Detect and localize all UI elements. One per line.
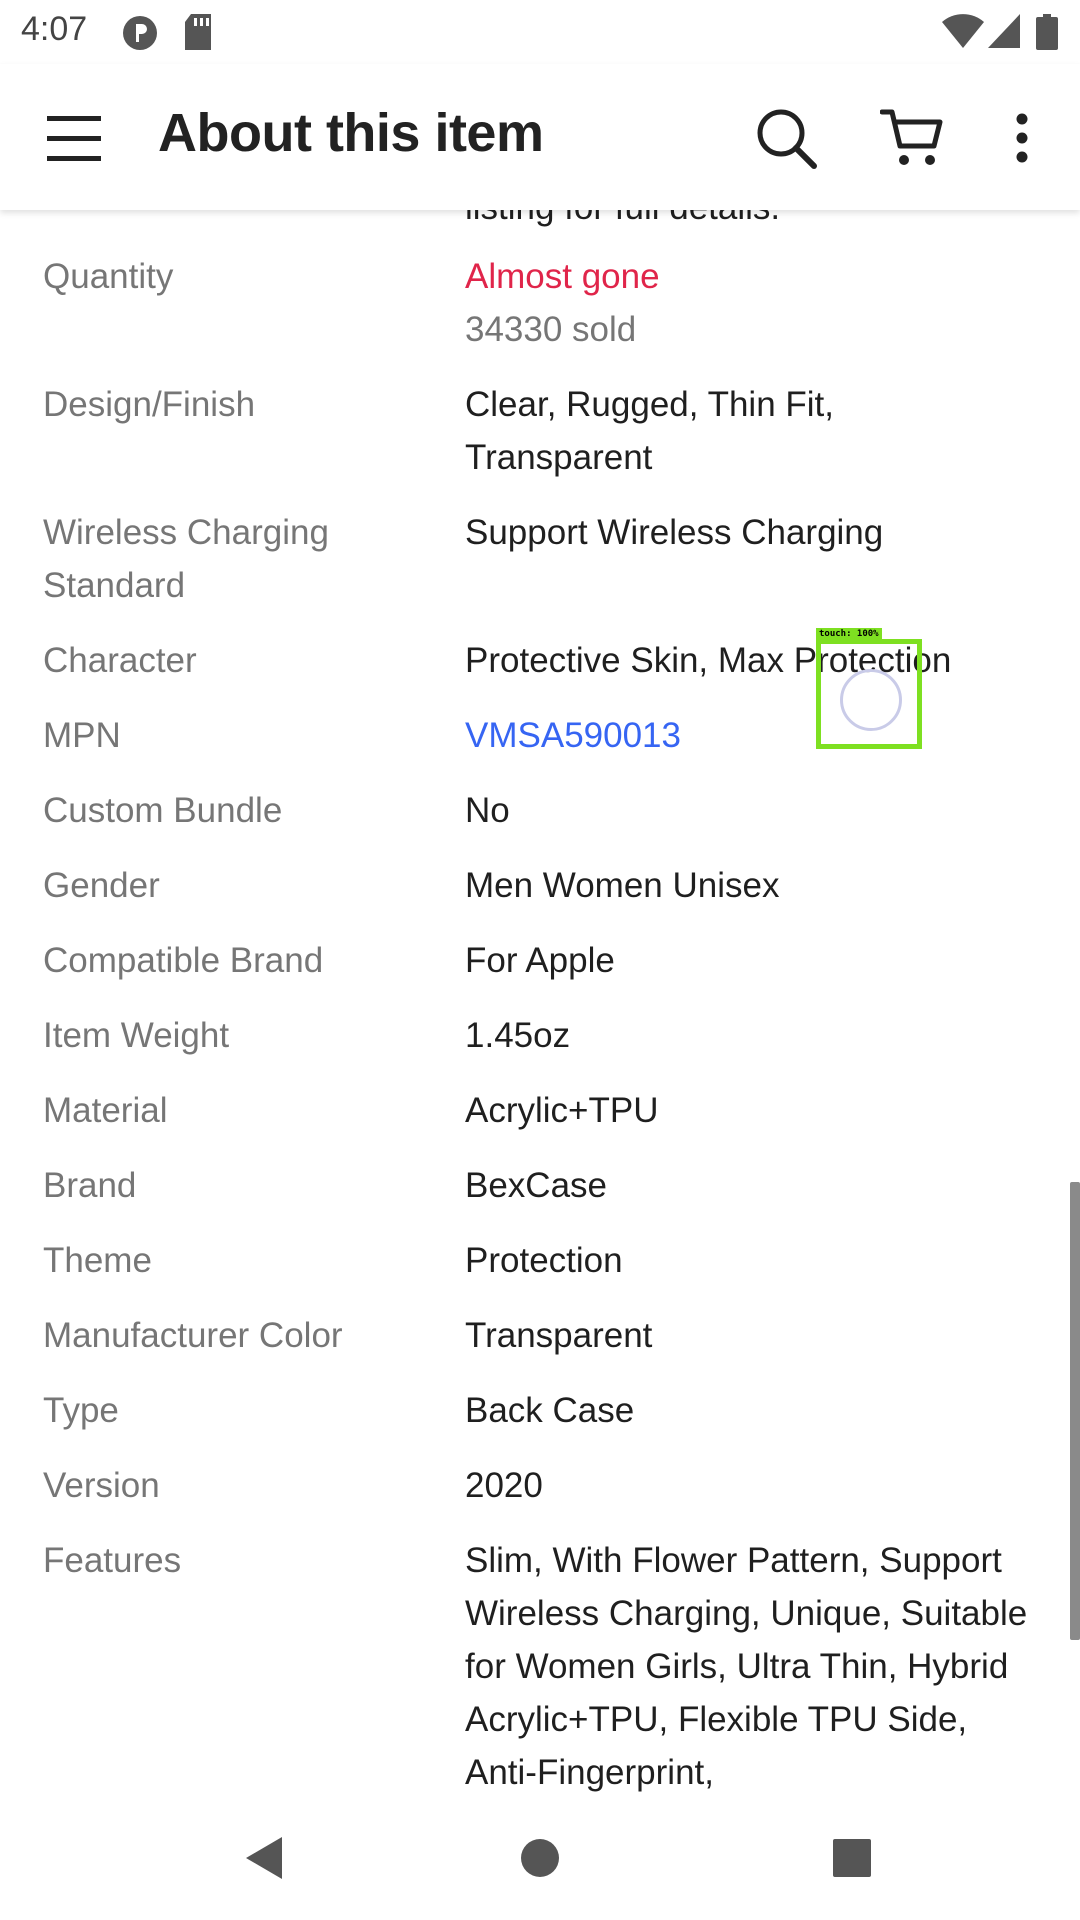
- back-button[interactable]: [238, 1832, 290, 1884]
- spec-label: Item Weight: [43, 1016, 230, 1055]
- spec-value: Transparent: [465, 1316, 653, 1355]
- app-notification-icon: [121, 14, 159, 57]
- spec-label: Material: [43, 1091, 168, 1130]
- scrollbar[interactable]: [1070, 1182, 1080, 1640]
- status-time: 4:07: [21, 10, 88, 48]
- app-bar: About this item: [0, 64, 1080, 210]
- spec-value: BexCase: [465, 1166, 608, 1205]
- spec-value: 1.45oz: [465, 1016, 571, 1055]
- sd-card-icon: [183, 14, 213, 55]
- battery-icon: [1036, 14, 1058, 55]
- back-icon: [246, 1837, 282, 1879]
- recents-button[interactable]: [826, 1832, 878, 1884]
- spec-value: Men Women Unisex: [465, 866, 780, 905]
- spec-value: Back Case: [465, 1391, 635, 1430]
- spec-value: For Apple: [465, 941, 615, 980]
- page-title: About this item: [158, 103, 544, 163]
- search-button[interactable]: [748, 100, 824, 176]
- spec-value: Support Wireless Charging: [465, 513, 884, 552]
- menu-icon: [47, 116, 101, 161]
- spec-label: Manufacturer Color: [43, 1316, 343, 1355]
- status-bar: 4:07: [0, 0, 1080, 64]
- spec-label: Type: [43, 1391, 119, 1430]
- spec-value: Clear, Rugged, Thin Fit, Transparent: [465, 385, 834, 477]
- system-nav-bar: [0, 1796, 1080, 1920]
- spec-label: Version: [43, 1466, 160, 1505]
- spec-label: Custom Bundle: [43, 791, 283, 830]
- spec-label: Brand: [43, 1166, 137, 1205]
- spec-value: Protection: [465, 1241, 623, 1280]
- spec-value-sold-count: 34330 sold: [465, 310, 637, 349]
- cart-button[interactable]: [874, 100, 950, 176]
- more-vert-icon: [1016, 113, 1028, 163]
- recents-icon: [833, 1839, 871, 1877]
- spec-label: Gender: [43, 866, 160, 905]
- spec-value: Protective Skin, Max Protection: [465, 641, 952, 680]
- home-button[interactable]: [514, 1832, 566, 1884]
- signal-icon: [988, 14, 1020, 53]
- touch-point-icon: [840, 669, 902, 731]
- spec-value-availability: Almost gone: [465, 257, 660, 296]
- cart-icon: [880, 109, 943, 165]
- spec-value: Slim, With Flower Pattern, Support Wirel…: [465, 1541, 1028, 1792]
- item-specifics[interactable]: listing for full details. Quantity Almos…: [0, 210, 1080, 1796]
- spec-label: Features: [43, 1541, 182, 1580]
- spec-label: Quantity: [43, 257, 174, 296]
- spec-label: Character: [43, 641, 197, 680]
- truncated-text: listing for full details.: [465, 210, 780, 228]
- spec-label: Design/Finish: [43, 385, 256, 424]
- spec-label: Wireless Charging Standard: [43, 513, 329, 605]
- spec-value: 2020: [465, 1466, 543, 1505]
- spec-label: Compatible Brand: [43, 941, 324, 980]
- wifi-icon: [942, 14, 984, 53]
- mpn-link[interactable]: VMSA590013: [465, 709, 681, 762]
- spec-label: MPN: [43, 716, 121, 755]
- menu-button[interactable]: [36, 100, 112, 176]
- spec-value: Acrylic+TPU: [465, 1091, 659, 1130]
- spec-value: No: [465, 791, 510, 830]
- more-options-button[interactable]: [984, 100, 1060, 176]
- spec-label: Theme: [43, 1241, 152, 1280]
- search-icon: [757, 109, 817, 169]
- home-icon: [521, 1839, 559, 1877]
